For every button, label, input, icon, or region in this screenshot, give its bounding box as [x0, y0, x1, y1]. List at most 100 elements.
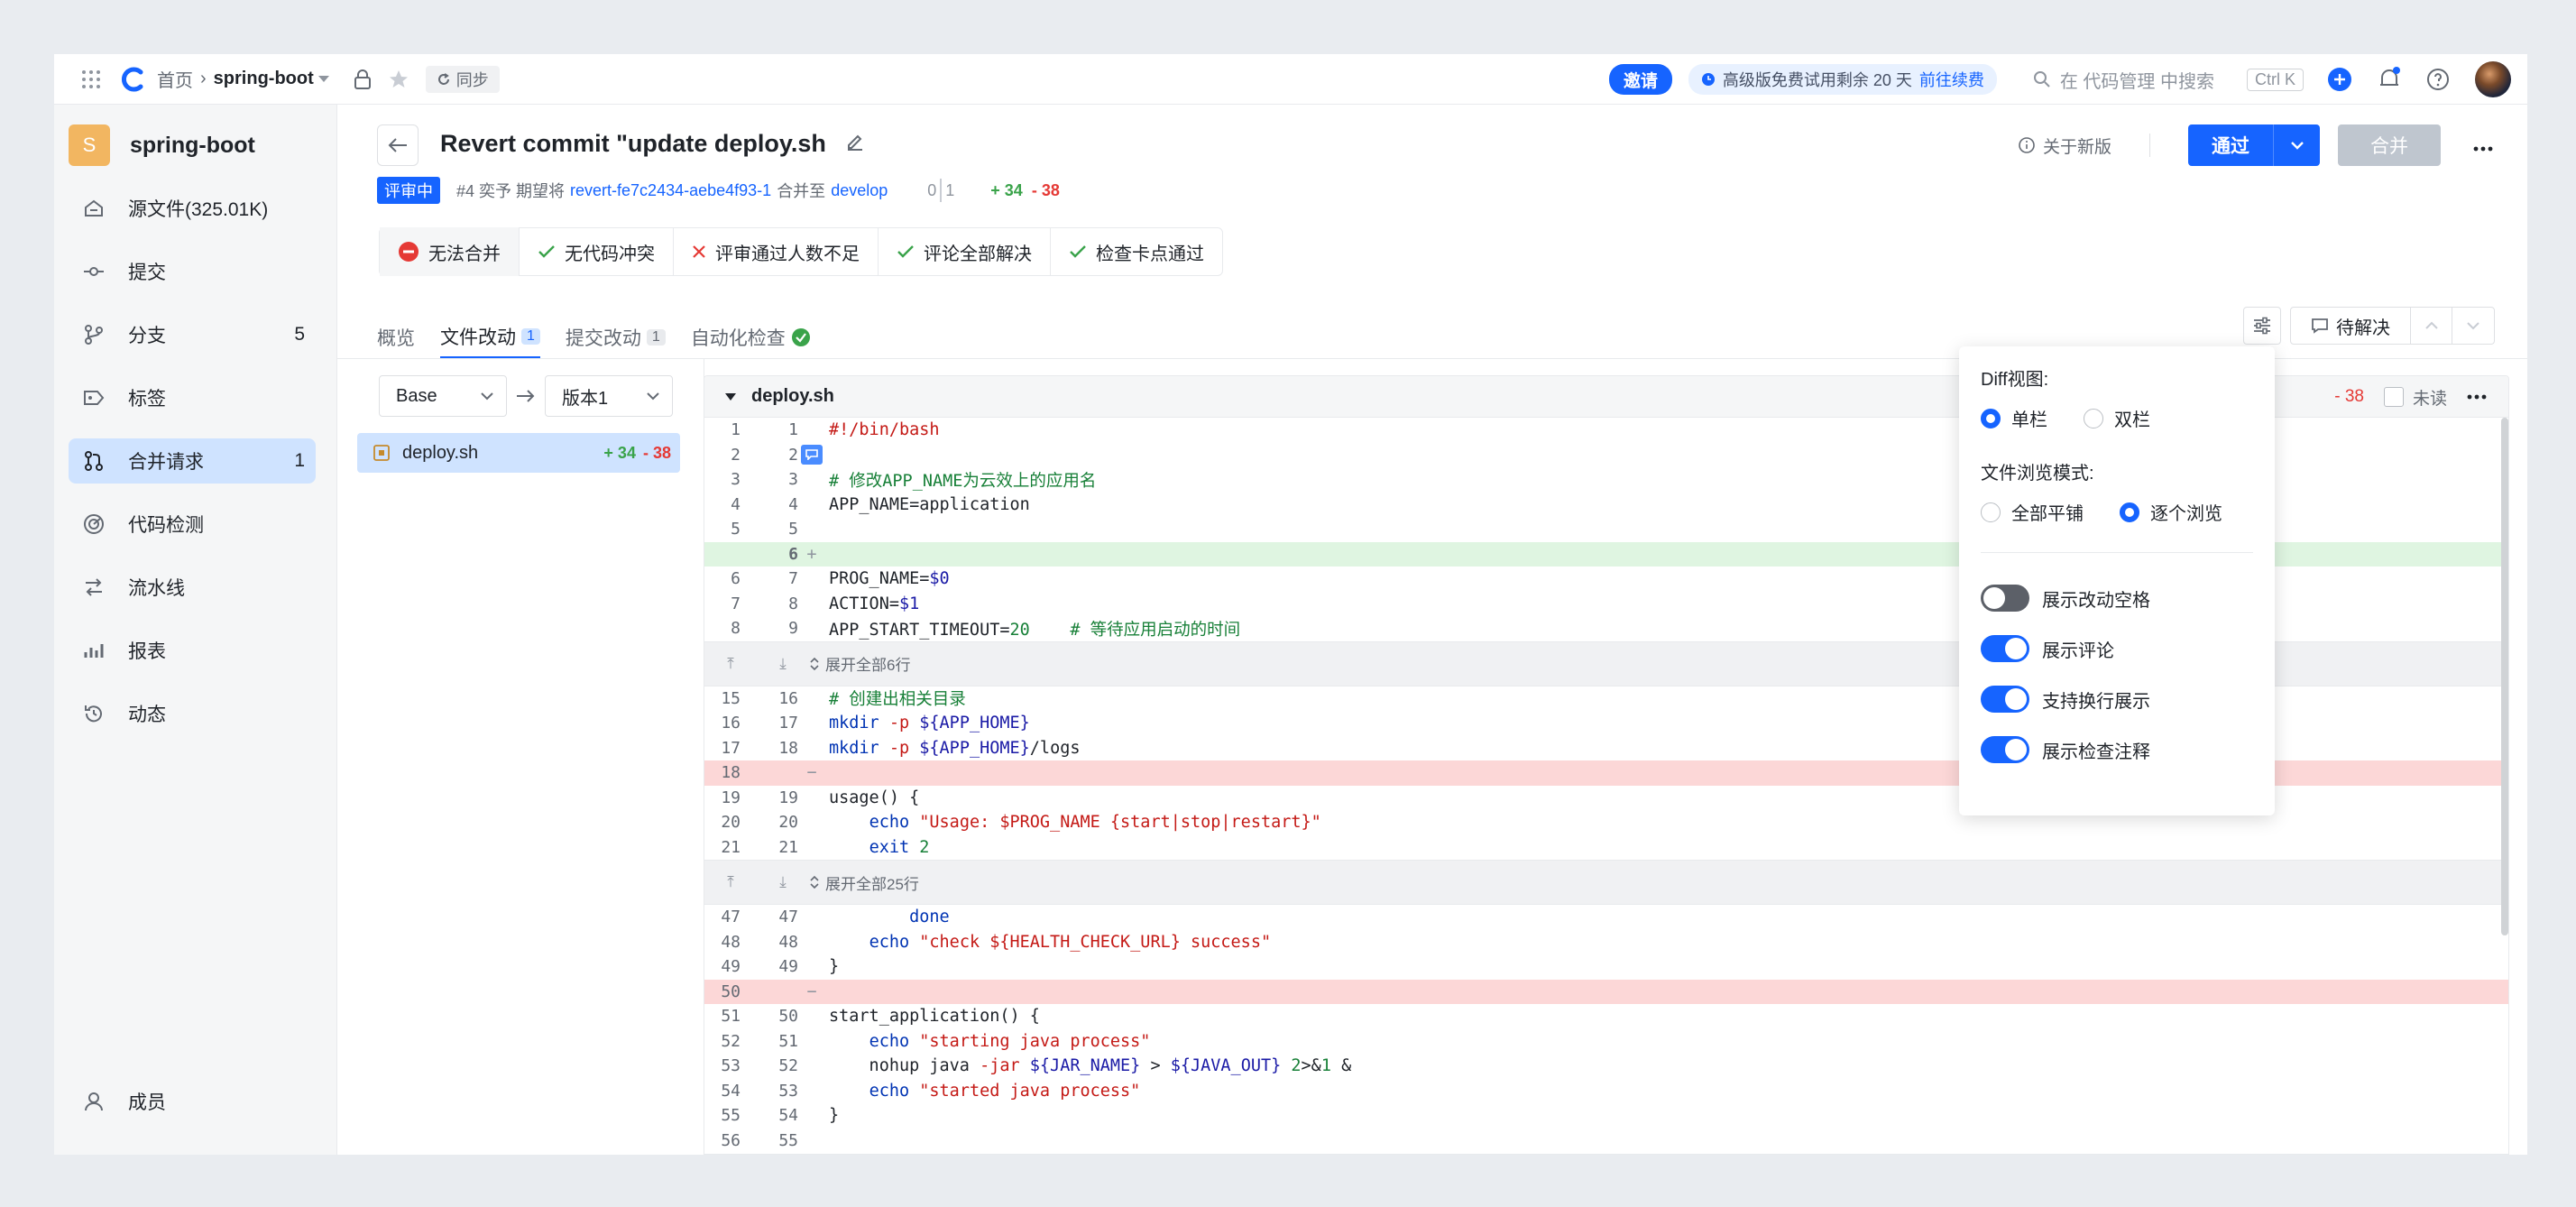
- expand-up-icon[interactable]: ⤒: [704, 873, 757, 891]
- help-icon[interactable]: [2426, 68, 2450, 91]
- source-branch-link[interactable]: revert-fe7c2434-aebe4f93-1: [570, 181, 771, 200]
- diff-line[interactable]: 52 51 echo "starting java process": [704, 1029, 2508, 1055]
- sidebar-item-commits[interactable]: 提交: [69, 249, 316, 294]
- mr-title-text: Revert commit "update deploy.sh: [440, 130, 826, 157]
- repo-header[interactable]: S spring-boot: [69, 124, 255, 166]
- tab-commit-changes[interactable]: 提交改动 1: [566, 316, 666, 359]
- diff-line[interactable]: 55 54}: [704, 1103, 2508, 1129]
- diff-line[interactable]: 54 53 echo "started java process": [704, 1079, 2508, 1104]
- sidebar-item-branches[interactable]: 分支 5: [69, 312, 316, 357]
- invite-button[interactable]: 邀请: [1608, 64, 1672, 95]
- avatar[interactable]: [2475, 61, 2511, 97]
- sidebar-item-code-scan[interactable]: 代码检测: [69, 502, 316, 547]
- plus-icon[interactable]: [2327, 67, 2352, 92]
- tab-auto-checks[interactable]: 自动化检查: [691, 316, 811, 359]
- expand-up-icon[interactable]: ⤒: [704, 655, 757, 673]
- about-label: 关于新版: [2042, 137, 2111, 157]
- diff-line[interactable]: 49 49}: [704, 954, 2508, 980]
- toggle-switch[interactable]: [1981, 686, 2029, 713]
- sidebar-item-pipeline[interactable]: 流水线: [69, 565, 316, 610]
- tab-file-changes[interactable]: 文件改动 1: [440, 316, 540, 359]
- diff-line[interactable]: 51 50 start_application() {: [704, 1004, 2508, 1029]
- radio-selected[interactable]: [1981, 408, 2001, 428]
- check-no-conflict[interactable]: 无代码冲突: [520, 227, 674, 276]
- check-label: 无代码冲突: [565, 244, 655, 264]
- radio-label: 单栏: [2011, 410, 2047, 430]
- diff-scrollbar[interactable]: [2501, 418, 2508, 935]
- chevron-up-icon: [2424, 321, 2438, 329]
- expand-all-button[interactable]: 展开全部25行: [809, 871, 919, 894]
- toggle-switch[interactable]: [1981, 736, 2029, 763]
- collapse-icon[interactable]: [724, 392, 737, 401]
- sidebar-item-activity[interactable]: 动态: [69, 691, 316, 736]
- more-icon[interactable]: [2473, 134, 2493, 157]
- check-reviewers[interactable]: 评审通过人数不足: [674, 227, 879, 276]
- radio-unselected[interactable]: [2084, 408, 2103, 428]
- toggle-switch[interactable]: [1981, 585, 2029, 612]
- version-select[interactable]: 版本1: [545, 375, 673, 417]
- diff-line[interactable]: 21 21 exit 2: [704, 835, 2508, 861]
- about-new-version-link[interactable]: 关于新版: [2018, 134, 2111, 158]
- target-branch-link[interactable]: develop: [831, 181, 888, 200]
- diff-line[interactable]: 48 48 echo "check ${HEALTH_CHECK_URL} suc…: [704, 930, 2508, 955]
- merge-button[interactable]: 合并: [2338, 124, 2441, 166]
- diff-line[interactable]: 56 55: [704, 1129, 2508, 1154]
- apps-grid-icon[interactable]: [81, 69, 101, 89]
- file-tree-item[interactable]: deploy.sh + 34 - 38: [357, 433, 680, 473]
- expand-down-icon[interactable]: ⤓: [757, 655, 809, 673]
- check-comments[interactable]: 评论全部解决: [879, 227, 1051, 276]
- sidebar-item-source[interactable]: 源文件(325.01K): [69, 186, 316, 231]
- toggle-switch[interactable]: [1981, 635, 2029, 662]
- trial-banner[interactable]: 高级版免费试用剩余 20 天 前往续费: [1688, 64, 1997, 95]
- next-pending-button[interactable]: [2452, 307, 2494, 345]
- double-column-radio[interactable]: 双栏: [2084, 405, 2150, 431]
- diff-line[interactable]: 53 52 nohup java -jar ${JAR_NAME} > ${JAV…: [704, 1054, 2508, 1079]
- sidebar-item-label: 流水线: [128, 578, 185, 599]
- radio-unselected[interactable]: [1981, 502, 2001, 522]
- diff-view-options: 单栏 双栏: [1981, 405, 2253, 431]
- sidebar-item-members[interactable]: 成员: [69, 1079, 316, 1124]
- diff-line-removed[interactable]: 50−: [704, 979, 2508, 1004]
- pending-button[interactable]: 待解决: [2291, 307, 2411, 345]
- single-column-radio[interactable]: 单栏: [1981, 405, 2047, 431]
- prev-pending-button[interactable]: [2411, 307, 2452, 345]
- logo-icon[interactable]: [121, 67, 146, 92]
- approve-button[interactable]: 通过: [2188, 124, 2273, 166]
- check-gates[interactable]: 检查卡点通过: [1051, 227, 1222, 276]
- unread-toggle[interactable]: 未读: [2383, 385, 2447, 410]
- show-all-radio[interactable]: 全部平铺: [1981, 499, 2084, 525]
- expand-down-icon[interactable]: ⤓: [757, 873, 809, 891]
- bell-icon[interactable]: [2378, 67, 2401, 92]
- expand-all-button[interactable]: 展开全部6行: [809, 652, 910, 675]
- add-comment-icon[interactable]: [801, 445, 823, 465]
- renew-link[interactable]: 前往续费: [1919, 68, 1984, 91]
- more-icon[interactable]: [2467, 394, 2487, 400]
- sync-button[interactable]: 同步: [425, 65, 500, 93]
- tab-overview[interactable]: 概览: [377, 316, 415, 359]
- check-label: 评论全部解决: [924, 244, 1032, 264]
- diff-settings-button[interactable]: [2243, 307, 2281, 345]
- caret-down-icon[interactable]: [317, 75, 330, 84]
- sidebar-item-tags[interactable]: 标签: [69, 375, 316, 420]
- toggle-comments: 展示评论: [1981, 623, 2253, 674]
- one-by-one-radio[interactable]: 逐个浏览: [2120, 499, 2222, 525]
- history-icon: [85, 705, 102, 723]
- diff-file-header-right: - 38 未读: [2334, 376, 2487, 418]
- unread-checkbox[interactable]: [2383, 387, 2404, 407]
- base-select[interactable]: Base: [379, 375, 507, 417]
- status-badge: 评审中: [377, 177, 440, 204]
- breadcrumb-repo[interactable]: spring-boot: [214, 69, 314, 89]
- sidebar-item-merge-requests[interactable]: 合并请求 1: [69, 438, 316, 484]
- unread-label: 未读: [2412, 389, 2447, 409]
- approve-split-button[interactable]: 通过: [2188, 124, 2320, 166]
- sidebar-item-reports[interactable]: 报表: [69, 628, 316, 673]
- edit-icon[interactable]: [845, 131, 865, 159]
- breadcrumb-home[interactable]: 首页: [157, 66, 193, 92]
- back-button[interactable]: [377, 124, 419, 166]
- approve-dropdown-button[interactable]: [2273, 124, 2320, 166]
- star-icon[interactable]: [388, 69, 409, 90]
- search-box[interactable]: 在 代码管理 中搜索 Ctrl K: [2033, 67, 2304, 93]
- diff-line[interactable]: 47 47 done: [704, 905, 2508, 930]
- radio-selected[interactable]: [2120, 502, 2139, 522]
- check-blocked[interactable]: 无法合并: [380, 227, 520, 276]
